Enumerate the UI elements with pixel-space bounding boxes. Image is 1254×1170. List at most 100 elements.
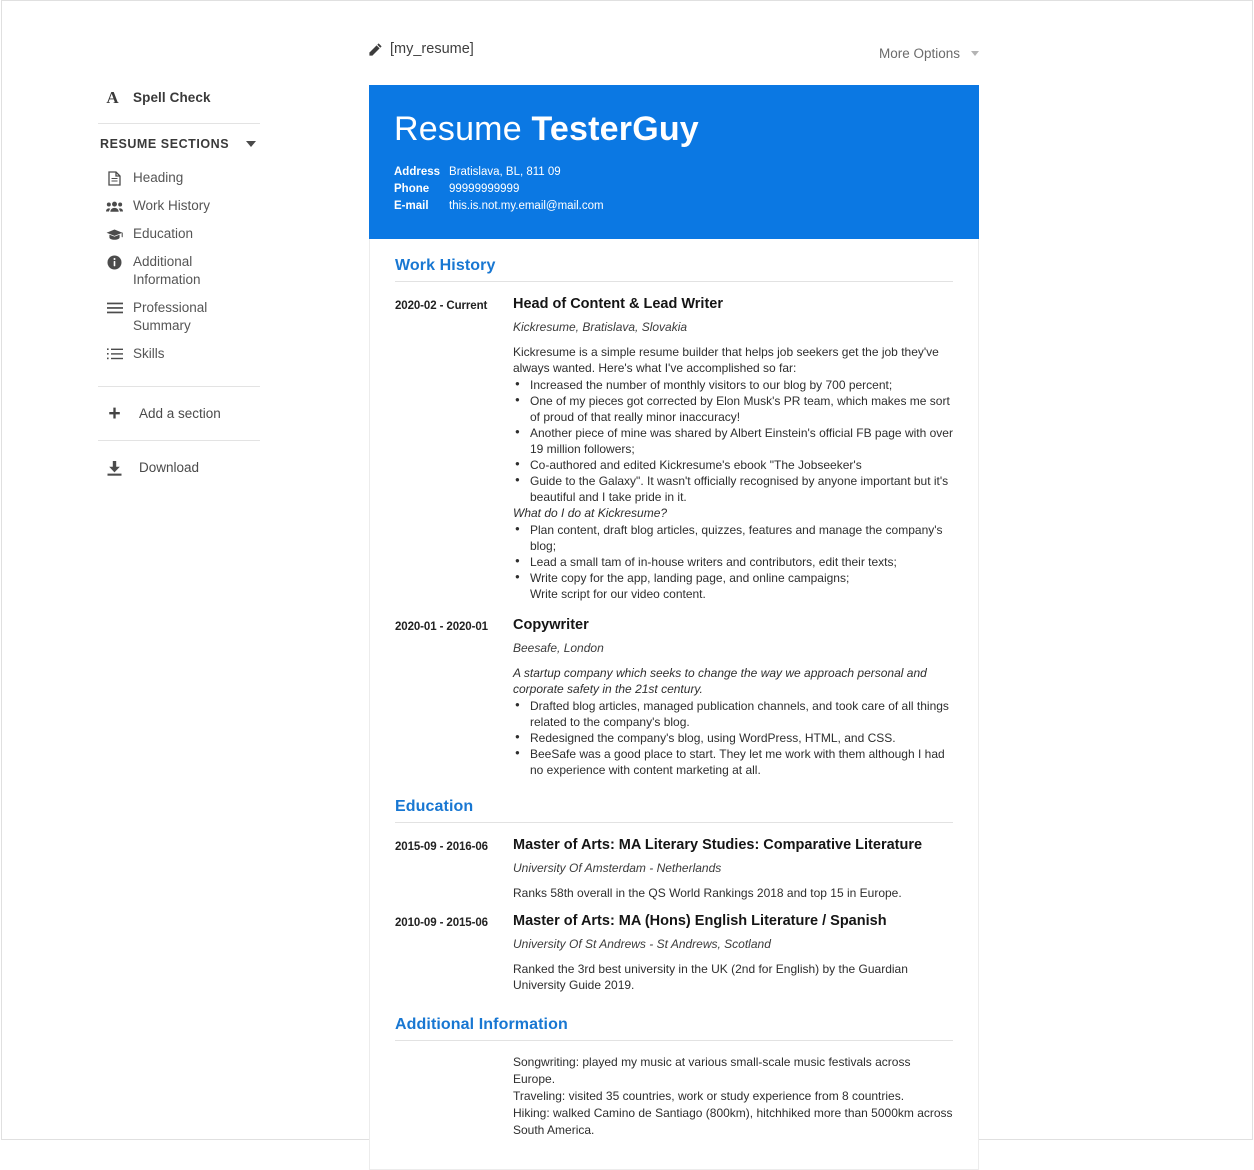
additional-info-line: Traveling: visited 35 countries, work or… [513, 1089, 905, 1104]
add-section-label: Add a section [139, 406, 221, 421]
additional-information-body: Songwriting: played my music at various … [513, 1054, 953, 1139]
list-item: Drafted blog articles, managed publicati… [515, 697, 953, 730]
entry-subtitle: Kickresume, Bratislava, Slovakia [513, 320, 688, 335]
entry-date: 2015-09 - 2016-06 [395, 841, 488, 854]
entry-bullet-list-secondary: Plan content, draft blog articles, quizz… [513, 521, 953, 602]
entry-body: Master of Arts: MA (Hons) English Litera… [513, 912, 953, 994]
list-item: Co-authored and edited Kickresume's eboo… [515, 456, 953, 473]
sidebar-item-work-history[interactable]: Work History [98, 192, 260, 220]
download-icon [106, 460, 123, 476]
list-item: Write copy for the app, landing page, an… [515, 569, 953, 586]
section-education[interactable]: Education 2015-09 - 2016-06 Master of Ar… [395, 798, 953, 994]
menu-lines-icon [106, 300, 123, 316]
resume-header-banner: Resume TesterGuy Address Bratislava, BL,… [369, 85, 979, 240]
list-item: BeeSafe was a good place to start. They … [515, 745, 953, 778]
sidebar-item-label: Additional Information [133, 254, 201, 287]
sidebar-item-label: Professional Summary [133, 300, 208, 333]
section-additional-information[interactable]: Additional Information Songwriting: play… [395, 1016, 953, 1139]
work-entry[interactable]: 2020-01 - 2020-01 Copywriter Beesafe, Lo… [395, 616, 953, 778]
list-item: Guide to the Galaxy". It wasn't official… [515, 472, 953, 505]
pencil-icon[interactable] [369, 42, 382, 56]
spell-check-icon: A [106, 88, 119, 107]
entry-subtitle: University Of Amsterdam - Netherlands [513, 861, 722, 876]
entry-body: Copywriter Beesafe, London A startup com… [513, 616, 953, 778]
list-item: Write script for our video content. [530, 587, 706, 602]
resume-first-name: Resume [394, 110, 522, 148]
entry-date: 2010-09 - 2015-06 [395, 917, 488, 930]
chevron-down-icon[interactable] [246, 141, 256, 147]
entry-title: Master of Arts: MA (Hons) English Litera… [513, 913, 887, 930]
contact-phone-row: Phone 99999999999 [394, 183, 954, 195]
plus-icon: + [108, 402, 121, 425]
entry-bullet-list: Drafted blog articles, managed publicati… [513, 697, 953, 778]
sidebar-item-label: Skills [133, 346, 165, 361]
topbar: [my_resume] More Options [369, 41, 979, 69]
resume-sections-header[interactable]: RESUME SECTIONS [98, 137, 260, 151]
section-heading: Education [395, 798, 953, 824]
contact-label: Address [394, 166, 441, 179]
app-frame: A Spell Check RESUME SECTIONS Heading Wo… [1, 0, 1253, 1170]
sidebar-item-education[interactable]: Education [98, 220, 260, 248]
chevron-down-icon[interactable] [971, 51, 979, 56]
additional-info-line: Hiking: walked Camino de Santiago (800km… [513, 1106, 953, 1138]
education-entry[interactable]: 2015-09 - 2016-06 Master of Arts: MA Lit… [395, 836, 953, 902]
sidebar-item-heading[interactable]: Heading [98, 164, 260, 192]
document-name-text: [my_resume] [390, 41, 474, 57]
entry-intro: A startup company which seeks to change … [513, 666, 927, 697]
users-icon [106, 198, 123, 214]
work-entry[interactable]: 2020-02 - Current Head of Content & Lead… [395, 295, 953, 602]
graduation-cap-icon [106, 226, 123, 242]
sidebar-item-label: Heading [133, 170, 184, 185]
list-item: Plan content, draft blog articles, quizz… [515, 521, 953, 554]
document-icon [106, 170, 123, 186]
entry-mid-heading: What do I do at Kickresume? [513, 506, 668, 521]
entry-date: 2020-01 - 2020-01 [395, 621, 488, 634]
entry-title: Master of Arts: MA Literary Studies: Com… [513, 837, 923, 854]
section-heading: Additional Information [395, 1016, 953, 1042]
list-icon [106, 346, 123, 362]
sidebar-item-label: Education [133, 226, 194, 241]
contact-label: E-mail [394, 200, 429, 213]
resume-body: Work History 2020-02 - Current Head of C… [370, 239, 978, 1169]
list-item: One of my pieces got corrected by Elon M… [515, 392, 953, 425]
more-options-button[interactable]: More Options [879, 46, 979, 61]
education-entry[interactable]: 2010-09 - 2015-06 Master of Arts: MA (Ho… [395, 912, 953, 994]
sidebar: A Spell Check RESUME SECTIONS Heading Wo… [98, 85, 260, 481]
contact-address-row: Address Bratislava, BL, 811 09 [394, 166, 954, 178]
document-name-button[interactable]: [my_resume] [369, 41, 474, 57]
list-item: Increased the number of monthly visitors… [515, 376, 953, 393]
resume-preview-card: Resume TesterGuy Address Bratislava, BL,… [369, 85, 979, 1170]
sidebar-divider-top [98, 123, 260, 124]
entry-title: Head of Content & Lead Writer [513, 296, 723, 313]
sidebar-item-professional-summary[interactable]: Professional Summary [98, 294, 260, 340]
info-circle-icon [106, 254, 123, 270]
download-label: Download [139, 460, 200, 475]
contact-email-row: E-mail this.is.not.my.email@mail.com [394, 200, 954, 212]
entry-date: 2020-02 - Current [395, 300, 488, 313]
entry-body: Head of Content & Lead Writer Kickresume… [513, 295, 953, 602]
contact-value: Bratislava, BL, 811 09 [449, 166, 561, 179]
entry-subtitle: Beesafe, London [513, 641, 604, 656]
sidebar-divider-middle [98, 386, 260, 387]
entry-bullet-list: Increased the number of monthly visitors… [513, 376, 953, 505]
sidebar-item-label: Work History [133, 198, 211, 213]
sidebar-item-additional-information[interactable]: Additional Information [98, 248, 260, 294]
resume-sections-label: RESUME SECTIONS [100, 137, 230, 151]
sidebar-nav-list: Heading Work History Education Additiona… [98, 164, 260, 368]
resume-last-name: TesterGuy [531, 110, 699, 148]
list-item: Lead a small tam of in-house writers and… [515, 553, 953, 570]
additional-info-line: Songwriting: played my music at various … [513, 1055, 911, 1087]
more-options-label: More Options [878, 46, 960, 61]
entry-description: Ranked the 3rd best university in the UK… [513, 962, 908, 993]
contact-value: 99999999999 [449, 183, 520, 196]
sidebar-item-skills[interactable]: Skills [98, 340, 260, 368]
section-work-history[interactable]: Work History 2020-02 - Current Head of C… [395, 257, 953, 778]
entry-intro: Kickresume is a simple resume builder th… [513, 345, 939, 376]
add-section-button[interactable]: + Add a section [98, 400, 260, 427]
contact-value: this.is.not.my.email@mail.com [449, 200, 604, 213]
download-button[interactable]: Download [98, 454, 260, 481]
list-item: Another piece of mine was shared by Albe… [515, 424, 953, 457]
contact-label: Phone [394, 183, 430, 196]
spell-check-button[interactable]: A Spell Check [98, 85, 260, 110]
list-item: Redesigned the company's blog, using Wor… [515, 729, 953, 746]
